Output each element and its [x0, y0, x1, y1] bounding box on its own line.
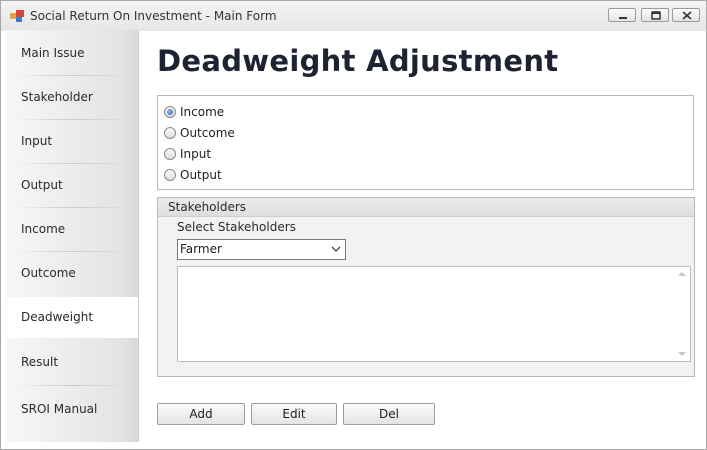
sidebar: Main Issue Stakeholder Input Output Inco… — [6, 30, 139, 442]
memo-scrollbar[interactable] — [674, 267, 690, 361]
radio-button[interactable] — [164, 106, 176, 118]
sidebar-item-label: Input — [21, 134, 53, 148]
sidebar-item-label: Outcome — [21, 266, 76, 280]
sidebar-item-label: Income — [21, 222, 66, 236]
close-button[interactable] — [672, 8, 700, 22]
sidebar-item-label: Deadweight — [21, 310, 94, 324]
stakeholder-memo[interactable] — [177, 266, 691, 362]
minimize-icon — [619, 17, 627, 19]
radio-button[interactable] — [164, 148, 176, 160]
sidebar-item-label: Result — [21, 355, 59, 369]
chevron-down-icon[interactable] — [331, 245, 341, 253]
window-title: Social Return On Investment - Main Form — [30, 9, 277, 23]
scroll-up-icon[interactable] — [678, 271, 686, 277]
edit-button[interactable]: Edit — [251, 403, 337, 425]
radio-label: Input — [180, 147, 212, 161]
sidebar-item-sroi-manual[interactable]: SROI Manual — [6, 388, 138, 430]
sidebar-item-label: Main Issue — [21, 46, 85, 60]
group-header: Stakeholders — [158, 198, 694, 217]
category-radio-group: Income Outcome Input Output — [157, 95, 694, 190]
radio-button[interactable] — [164, 127, 176, 139]
sidebar-item-label: Output — [21, 178, 63, 192]
app-icon — [10, 10, 24, 22]
sidebar-item-main-issue[interactable]: Main Issue — [6, 32, 138, 74]
sidebar-item-stakeholder[interactable]: Stakeholder — [6, 76, 138, 118]
maximize-icon — [651, 11, 661, 20]
select-stakeholders-label: Select Stakeholders — [177, 220, 296, 234]
sidebar-item-result[interactable]: Result — [6, 341, 138, 383]
radio-label: Output — [180, 168, 222, 182]
sidebar-item-label: SROI Manual — [21, 402, 98, 416]
sidebar-item-income[interactable]: Income — [6, 208, 138, 250]
sidebar-divider — [14, 385, 132, 386]
group-caption: Stakeholders — [168, 200, 247, 214]
title-bar[interactable]: Social Return On Investment - Main Form — [1, 1, 706, 31]
sidebar-item-deadweight[interactable]: Deadweight — [6, 297, 138, 338]
stakeholder-select[interactable]: Farmer — [177, 239, 346, 260]
radio-button[interactable] — [164, 169, 176, 181]
sidebar-item-outcome[interactable]: Outcome — [6, 252, 138, 294]
scroll-down-icon[interactable] — [678, 351, 686, 357]
radio-label: Outcome — [180, 126, 235, 140]
sidebar-item-label: Stakeholder — [21, 90, 93, 104]
sidebar-item-output[interactable]: Output — [6, 164, 138, 206]
selected-stakeholder: Farmer — [180, 242, 222, 256]
delete-button[interactable]: Del — [343, 403, 435, 425]
minimize-button[interactable] — [608, 8, 636, 22]
close-icon — [682, 11, 692, 20]
maximize-button[interactable] — [641, 8, 669, 22]
radio-label: Income — [180, 105, 225, 119]
sidebar-item-input[interactable]: Input — [6, 120, 138, 162]
page-title: Deadweight Adjustment — [157, 44, 559, 78]
stakeholders-group: Stakeholders Select Stakeholders Farmer — [157, 197, 695, 377]
add-button[interactable]: Add — [157, 403, 245, 425]
